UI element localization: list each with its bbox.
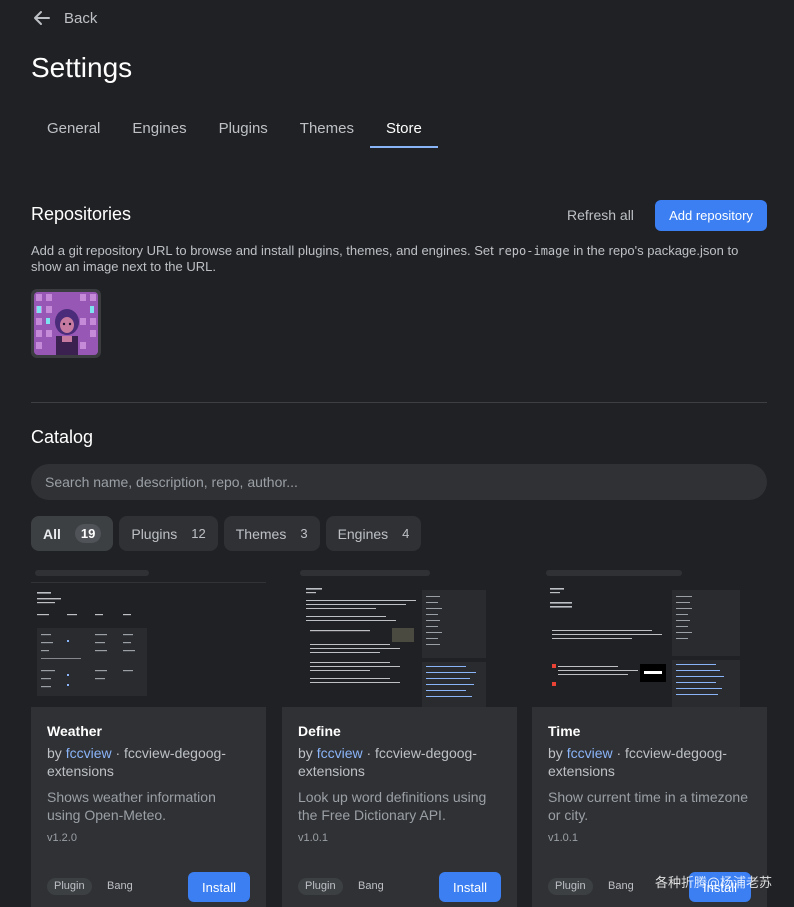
type-tag: Plugin [298,878,343,895]
card-meta: by fccview · fccview-degoog-extensions [47,745,226,779]
author-link[interactable]: fccview [567,745,613,761]
back-label: Back [64,9,98,27]
kind-tag: Bang [358,880,384,892]
card-title: Weather [47,723,102,739]
tab-plugins[interactable]: Plugins [203,108,284,148]
filter-all[interactable]: All 19 [31,516,114,551]
repositories-heading: Repositories [31,204,132,224]
filter-plugins[interactable]: Plugins 12 [119,516,218,551]
catalog-card-define[interactable]: Define by fccview · fccview-degoog-exten… [282,566,517,907]
kind-tag: Bang [608,880,634,892]
repo-image-code: repo-image [497,244,570,258]
tab-store[interactable]: Store [369,108,438,148]
catalog-search-input[interactable] [31,464,767,500]
type-tag: Plugin [47,878,92,895]
author-link[interactable]: fccview [66,745,112,761]
page-title: Settings [31,52,133,83]
catalog-filters: All 19 Plugins 12 Themes 3 Engines 4 [31,516,422,551]
repository-image[interactable] [31,289,101,358]
filter-count: 12 [191,526,206,541]
catalog-heading: Catalog [31,427,94,447]
watermark-text: 各种折腾@杨浦老苏 [655,876,773,891]
catalog-card-weather[interactable]: Weather by fccview · fccview-degoog-exte… [31,566,266,907]
install-button[interactable]: Install [439,872,501,902]
add-repository-button[interactable]: Add repository [655,200,767,231]
card-version: v1.0.1 [298,832,328,844]
card-version: v1.0.1 [548,832,578,844]
tab-general[interactable]: General [31,108,116,148]
tab-engines[interactable]: Engines [116,108,202,148]
card-description: Look up word definitions using the Free … [298,789,487,823]
refresh-all-button[interactable]: Refresh all [555,200,646,230]
repositories-description: Add a git repository URL to browse and i… [31,243,739,274]
install-button[interactable]: Install [188,872,250,902]
author-link[interactable]: fccview [317,745,363,761]
define-screenshot-image [282,566,517,707]
catalog-card-time[interactable]: Time by fccview · fccview-degoog-extensi… [532,566,767,907]
filter-count: 4 [402,526,410,541]
card-title: Define [298,723,341,739]
filter-engines[interactable]: Engines 4 [325,516,422,551]
back-link[interactable]: Back [32,8,97,28]
card-meta: by fccview · fccview-degoog-extensions [298,745,477,779]
card-description: Shows weather information using Open-Met… [47,789,216,823]
filter-count: 3 [300,526,308,541]
card-version: v1.2.0 [47,832,77,844]
section-divider [31,402,767,403]
tab-themes[interactable]: Themes [284,108,370,148]
repo-pixel-art-image [34,292,98,355]
arrow-left-icon [34,11,50,25]
filter-count: 19 [74,524,102,543]
weather-screenshot-image [31,566,266,707]
type-tag: Plugin [548,878,593,895]
card-meta: by fccview · fccview-degoog-extensions [548,745,727,779]
kind-tag: Bang [107,880,133,892]
settings-tabs: General Engines Plugins Themes Store [31,108,767,148]
card-title: Time [548,723,581,739]
time-screenshot-image [532,566,767,707]
card-description: Show current time in a timezone or city. [548,789,748,823]
filter-themes[interactable]: Themes 3 [223,516,320,551]
